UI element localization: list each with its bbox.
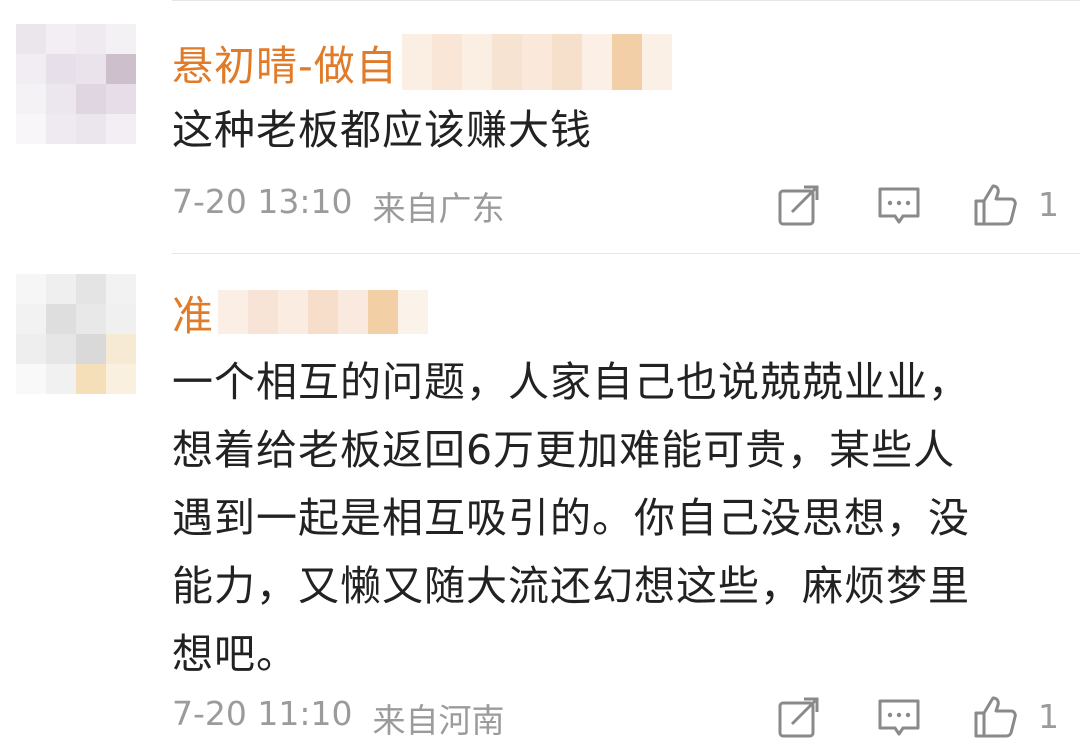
comment-date: 7-20 13:10 bbox=[172, 182, 353, 221]
comment-actions: 1 bbox=[776, 180, 1076, 230]
repost-icon[interactable] bbox=[776, 182, 822, 228]
username-redaction bbox=[401, 34, 672, 90]
comment-line: 一个相互的问题，人家自己也说兢兢业业， bbox=[172, 358, 970, 406]
comment-date: 7-20 11:10 bbox=[172, 694, 353, 733]
like-count: 1 bbox=[1038, 185, 1059, 224]
username-text[interactable]: 准 bbox=[172, 282, 214, 342]
like-icon[interactable] bbox=[972, 182, 1018, 228]
like-icon[interactable] bbox=[972, 694, 1018, 740]
comment-location: 来自河南 bbox=[372, 701, 505, 740]
username-text[interactable]: 悬初晴-做自 bbox=[172, 32, 398, 92]
like-count: 1 bbox=[1038, 697, 1059, 736]
username[interactable]: 悬初晴-做自 bbox=[172, 32, 672, 92]
comment-meta: 7-20 13:10 来自广东 bbox=[172, 182, 505, 230]
avatar[interactable] bbox=[16, 274, 152, 410]
avatar[interactable] bbox=[16, 24, 152, 160]
username[interactable]: 准 bbox=[172, 282, 428, 342]
comment-location: 来自广东 bbox=[372, 189, 505, 228]
comment-text: 一个相互的问题，人家自己也说兢兢业业， 想着给老板返回6万更加难能可贵，某些人 … bbox=[172, 348, 1062, 688]
comment-line: 能力，又懒又随大流还幻想这些，麻烦梦里 bbox=[172, 562, 970, 610]
comment-item: 准 一个相互的问题，人家自己也说兢兢业业， 想着给老板返回6万更加难能可贵，某些… bbox=[0, 254, 1080, 752]
comment-icon[interactable] bbox=[876, 694, 922, 740]
comment-text: 这种老板都应该赚大钱 bbox=[172, 96, 1062, 164]
repost-icon[interactable] bbox=[776, 694, 822, 740]
username-redaction bbox=[218, 290, 428, 334]
comment-line: 想着给老板返回6万更加难能可贵，某些人 bbox=[172, 426, 956, 474]
comment-line: 遇到一起是相互吸引的。你自己没思想，没 bbox=[172, 494, 970, 542]
comment-meta: 7-20 11:10 来自河南 bbox=[172, 694, 505, 742]
comment-item: 悬初晴-做自 这种老板都应该赚大钱 7-20 13:10 来自广东 1 bbox=[0, 0, 1080, 250]
comment-icon[interactable] bbox=[876, 182, 922, 228]
comment-line: 想吧。 bbox=[172, 630, 298, 678]
comment-line: 这种老板都应该赚大钱 bbox=[172, 106, 592, 154]
comment-actions: 1 bbox=[776, 692, 1076, 742]
